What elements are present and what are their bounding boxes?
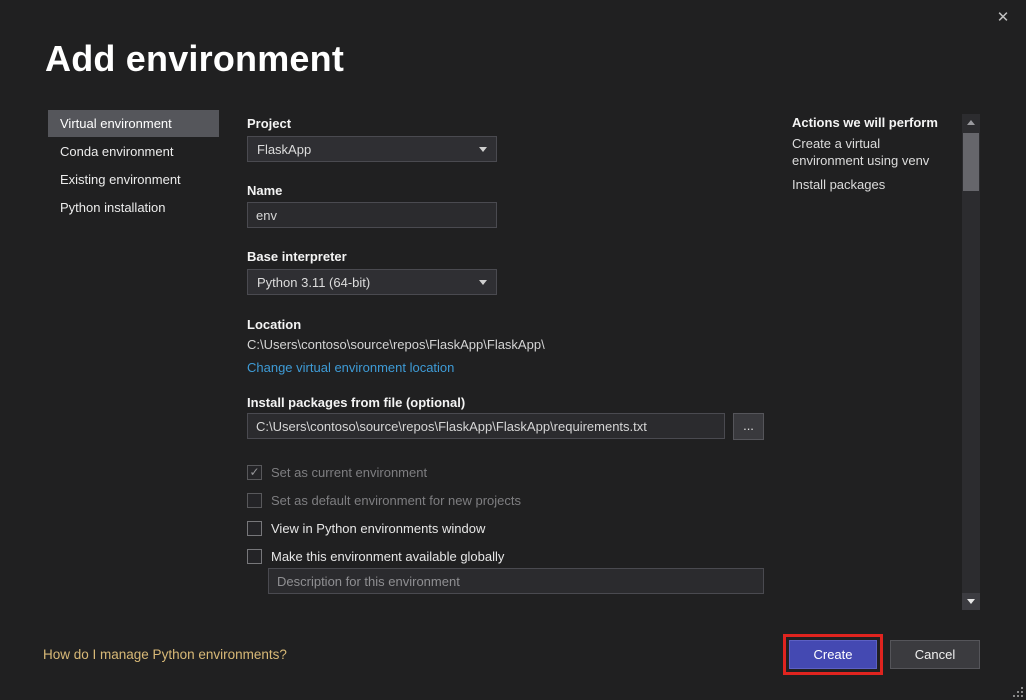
- project-label: Project: [247, 116, 291, 131]
- sidebar-item-conda-environment[interactable]: Conda environment: [48, 138, 219, 165]
- close-icon[interactable]: ✕: [993, 8, 1013, 28]
- resize-grip[interactable]: [1011, 685, 1023, 697]
- browse-button[interactable]: ...: [733, 413, 764, 440]
- scroll-down-icon[interactable]: [962, 593, 980, 610]
- project-dropdown-value: FlaskApp: [257, 142, 311, 157]
- checkbox-label: Set as default environment for new proje…: [271, 493, 521, 508]
- packages-file-input[interactable]: [247, 413, 725, 439]
- add-environment-dialog: ✕ Add environment Virtual environment Co…: [0, 0, 1026, 700]
- view-environments-window-checkbox[interactable]: [247, 521, 262, 536]
- actions-panel-title: Actions we will perform: [792, 115, 938, 130]
- set-current-environment-checkbox[interactable]: [247, 465, 262, 480]
- base-interpreter-dropdown[interactable]: Python 3.11 (64-bit): [247, 269, 497, 295]
- location-label: Location: [247, 317, 301, 332]
- checkbox-row-set-current: Set as current environment: [247, 463, 427, 481]
- checkbox-row-available-globally: Make this environment available globally: [247, 547, 504, 565]
- name-label: Name: [247, 183, 282, 198]
- name-input[interactable]: [247, 202, 497, 228]
- scroll-up-icon[interactable]: [962, 114, 980, 131]
- checkbox-row-set-default: Set as default environment for new proje…: [247, 491, 521, 509]
- actions-panel-item: Install packages: [792, 176, 947, 193]
- chevron-down-icon: [479, 147, 487, 152]
- create-button[interactable]: Create: [789, 640, 877, 669]
- checkbox-label: Set as current environment: [271, 465, 427, 480]
- checkbox-row-view-window: View in Python environments window: [247, 519, 485, 537]
- install-packages-label: Install packages from file (optional): [247, 395, 465, 410]
- environment-type-sidebar: Virtual environment Conda environment Ex…: [48, 110, 219, 222]
- page-title: Add environment: [45, 38, 344, 80]
- base-interpreter-dropdown-value: Python 3.11 (64-bit): [257, 275, 370, 290]
- change-location-link[interactable]: Change virtual environment location: [247, 360, 454, 375]
- cancel-button[interactable]: Cancel: [890, 640, 980, 669]
- actions-panel-item: Create a virtual environment using venv: [792, 135, 947, 169]
- scrollbar-thumb[interactable]: [963, 133, 979, 191]
- available-globally-checkbox[interactable]: [247, 549, 262, 564]
- checkbox-label: View in Python environments window: [271, 521, 485, 536]
- sidebar-item-virtual-environment[interactable]: Virtual environment: [48, 110, 219, 137]
- sidebar-item-python-installation[interactable]: Python installation: [48, 194, 219, 221]
- checkbox-label: Make this environment available globally: [271, 549, 504, 564]
- actions-panel-scrollbar[interactable]: [962, 114, 980, 610]
- manage-environments-help-link[interactable]: How do I manage Python environments?: [43, 647, 287, 662]
- base-interpreter-label: Base interpreter: [247, 249, 347, 264]
- sidebar-item-existing-environment[interactable]: Existing environment: [48, 166, 219, 193]
- location-value: C:\Users\contoso\source\repos\FlaskApp\F…: [247, 337, 545, 352]
- project-dropdown[interactable]: FlaskApp: [247, 136, 497, 162]
- description-input[interactable]: [268, 568, 764, 594]
- set-default-environment-checkbox[interactable]: [247, 493, 262, 508]
- chevron-down-icon: [479, 280, 487, 285]
